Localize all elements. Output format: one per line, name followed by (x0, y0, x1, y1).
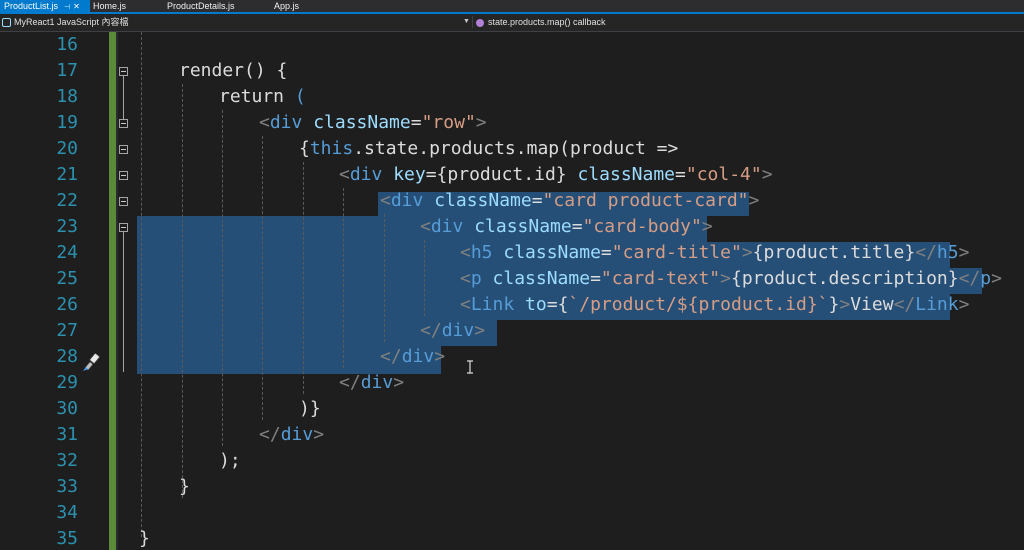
code-line-29[interactable]: </div> (339, 370, 404, 396)
line-number: 28 (56, 346, 78, 367)
line-number: 29 (56, 372, 78, 393)
tab-app[interactable]: App.js (274, 0, 299, 12)
fold-connector (123, 232, 124, 372)
collapse-icon[interactable] (119, 119, 128, 128)
code-line-21[interactable]: <div key={product.id} className="col-4"> (339, 162, 773, 188)
indent-guide (384, 214, 385, 342)
code-line-33[interactable]: } (179, 474, 190, 500)
indicator-margin (0, 32, 24, 550)
line-number: 24 (56, 242, 78, 263)
paintbrush-icon[interactable] (80, 352, 102, 374)
indent-guide (303, 162, 304, 394)
ibeam-cursor-icon (467, 360, 473, 374)
code-line-27[interactable]: </div> (420, 318, 485, 344)
collapse-icon[interactable] (119, 145, 128, 154)
navigation-bar: MyReact1 JavaScript 內容檔 ▼ state.products… (0, 14, 1024, 32)
indent-guide (222, 110, 223, 446)
document-tab-strip: ProductList.js ⊣ ✕ Home.js ProductDetails.… (0, 0, 1024, 12)
tab-label: ProductList.js (4, 1, 59, 11)
line-number: 18 (56, 86, 78, 107)
line-number: 32 (56, 450, 78, 471)
member-dropdown[interactable]: state.products.map() callback (476, 15, 1016, 29)
indent-guide (141, 32, 142, 537)
collapse-icon[interactable] (119, 223, 128, 232)
code-line-17[interactable]: render() { (179, 58, 287, 84)
chevron-down-icon[interactable]: ▼ (463, 15, 470, 29)
nav-divider (472, 16, 473, 28)
code-line-19[interactable]: <div className="row"> (259, 110, 487, 136)
fold-connector (123, 76, 124, 119)
line-number: 33 (56, 476, 78, 497)
line-number: 30 (56, 398, 78, 419)
indent-guide (182, 84, 183, 498)
tab-label: Home.js (93, 1, 127, 11)
project-dropdown[interactable]: MyReact1 JavaScript 內容檔 (0, 15, 470, 29)
code-line-24[interactable]: <h5 className="card-title">{product.titl… (460, 240, 969, 266)
line-number: 25 (56, 268, 78, 289)
close-icon[interactable]: ✕ (73, 2, 80, 11)
tab-productlist[interactable]: ProductList.js ⊣ ✕ (0, 0, 90, 12)
code-line-30[interactable]: )} (299, 396, 321, 422)
tab-home[interactable]: Home.js (93, 0, 126, 12)
project-label: MyReact1 JavaScript 內容檔 (14, 17, 129, 27)
line-number: 26 (56, 294, 78, 315)
code-line-35[interactable]: } (139, 526, 150, 550)
line-number: 20 (56, 138, 78, 159)
tab-label: App.js (274, 1, 300, 11)
code-line-32[interactable]: ); (219, 448, 241, 474)
line-number: 16 (56, 34, 78, 55)
collapse-icon[interactable] (119, 67, 128, 76)
code-line-31[interactable]: </div> (259, 422, 324, 448)
line-number: 31 (56, 424, 78, 445)
change-tracking-bar (109, 32, 116, 550)
indent-guide (424, 240, 425, 316)
pin-icon[interactable]: ⊣ (64, 4, 70, 11)
code-line-23[interactable]: <div className="card-body"> (420, 214, 713, 240)
code-line-26[interactable]: <Link to={`/product/${product.id}`}>View… (460, 292, 969, 318)
line-number: 21 (56, 164, 78, 185)
project-icon (2, 18, 11, 28)
member-label: state.products.map() callback (488, 17, 606, 27)
code-line-22[interactable]: <div className="card product-card"> (380, 188, 759, 214)
collapse-icon[interactable] (119, 197, 128, 206)
code-editor[interactable]: 16 17 18 19 20 21 22 23 24 25 26 27 28 2… (0, 32, 1024, 550)
line-number: 22 (56, 190, 78, 211)
fold-margin (116, 32, 118, 550)
line-number: 17 (56, 60, 78, 81)
line-number: 27 (56, 320, 78, 341)
line-number: 35 (56, 528, 78, 549)
method-icon (476, 18, 484, 27)
indent-guide (343, 188, 344, 368)
code-line-18[interactable]: return ( (219, 84, 306, 110)
tab-productdetails[interactable]: ProductDetails.js (167, 0, 235, 12)
collapse-icon[interactable] (119, 171, 128, 180)
code-line-20[interactable]: {this.state.products.map(product => (299, 136, 678, 162)
line-number: 34 (56, 502, 78, 523)
line-number: 23 (56, 216, 78, 237)
indent-guide (262, 136, 263, 420)
line-number: 19 (56, 112, 78, 133)
code-line-28[interactable]: </div> (380, 344, 445, 370)
tab-label: ProductDetails.js (167, 1, 235, 11)
code-line-25[interactable]: <p className="card-text">{product.descri… (460, 266, 1002, 292)
